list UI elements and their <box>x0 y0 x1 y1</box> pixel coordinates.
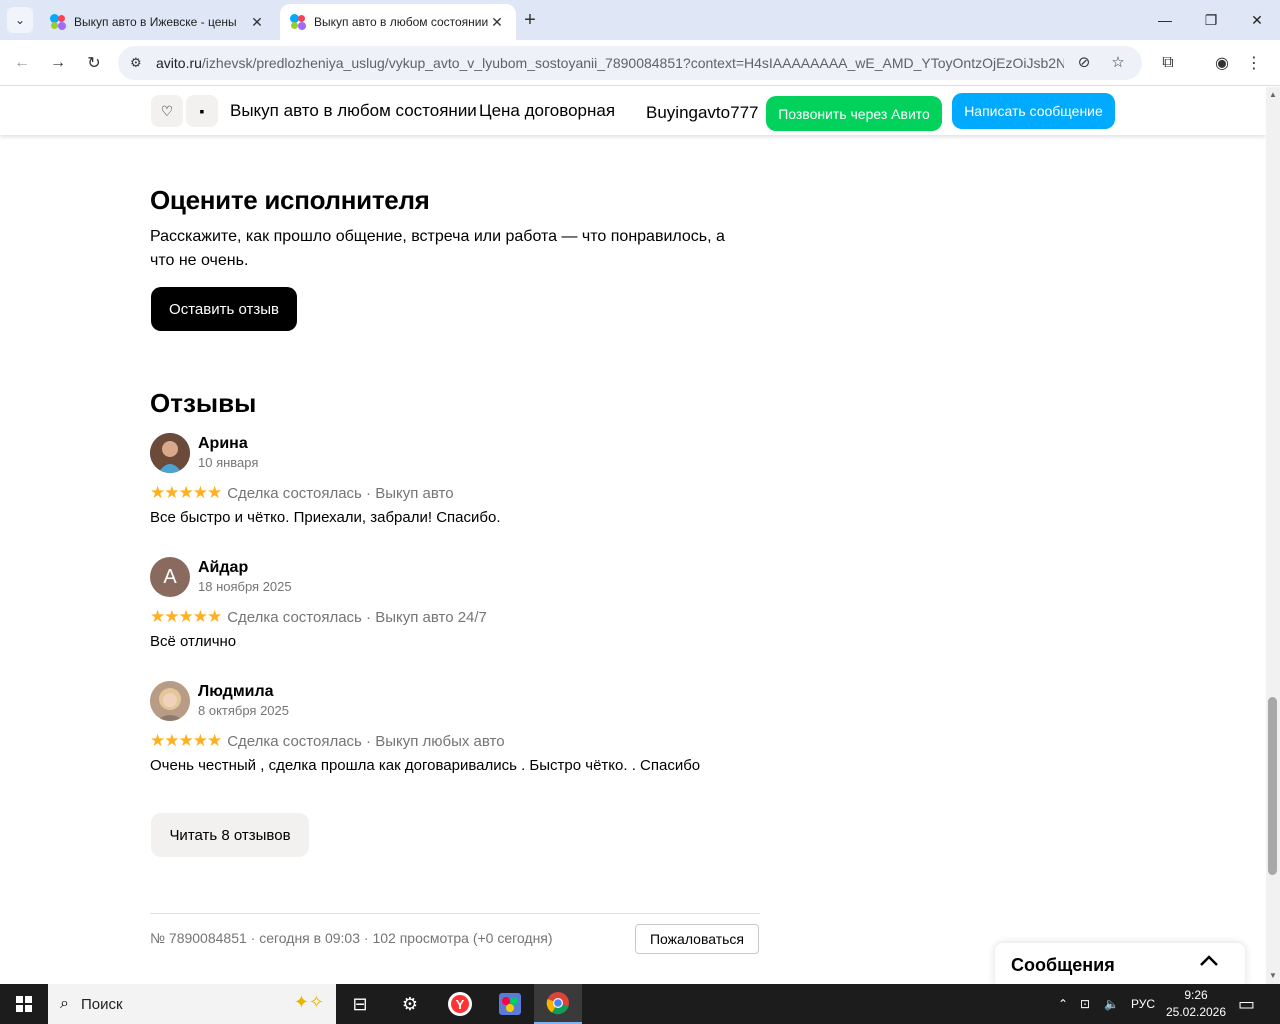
browser-tab-2[interactable]: Выкуп авто в любом состоянии ✕ <box>280 4 516 40</box>
note-icon[interactable]: ▪ <box>186 95 218 127</box>
seller-name[interactable]: Buyingavto777 <box>646 103 758 123</box>
reviewer-name: Айдар <box>198 559 249 576</box>
read-all-reviews-button[interactable]: Читать 8 отзывов <box>151 813 309 857</box>
clock-date: 25.02.2026 <box>1165 1005 1227 1019</box>
reload-icon[interactable]: ↻ <box>80 49 108 77</box>
avatar: А <box>150 557 190 597</box>
rate-heading: Оцените исполнителя <box>150 185 430 215</box>
photos-app-icon[interactable] <box>486 984 534 1024</box>
reviews-heading: Отзывы <box>150 388 257 418</box>
avito-favicon-icon <box>50 14 66 30</box>
favorite-heart-icon[interactable]: ♡ <box>151 95 183 127</box>
review-text: Всё отлично <box>150 633 237 650</box>
browser-toolbar: ← → ↻ ⚙ avito.ru/izhevsk/predlozheniya_u… <box>0 40 1280 86</box>
taskbar-clock[interactable]: 9:26 25.02.2026 <box>1160 987 1232 1021</box>
browser-tab-bar: ⌄ Выкуп авто в Ижевске - цены ✕ Выкуп ав… <box>0 0 1280 40</box>
rate-description: Расскажите, как прошло общение, встреча … <box>150 228 725 269</box>
taskbar-search[interactable]: ⌕ Поиск ✦✧ <box>48 984 336 1024</box>
avatar <box>150 433 190 473</box>
review-text: Очень честный , сделка прошла как догова… <box>150 757 701 774</box>
rating-stars-icon: ★★★★★ <box>150 607 222 626</box>
network-icon[interactable]: ⊡ <box>1080 984 1090 1024</box>
avito-favicon-icon <box>290 14 306 30</box>
search-placeholder: Поиск <box>80 995 123 1013</box>
tab-title: Выкуп авто в Ижевске - цены <box>74 15 237 29</box>
page-scrollbar[interactable]: ▲ ▼ <box>1266 87 1280 984</box>
menu-icon[interactable]: ⋮ <box>1240 49 1268 77</box>
reviewer-name: Арина <box>198 435 248 452</box>
new-tab-icon[interactable]: + <box>518 8 542 32</box>
bookmark-star-icon[interactable]: ☆ <box>1108 53 1128 73</box>
windows-taskbar: ⌕ Поиск ✦✧ ⊟ ⚙ Y ⌃ ⊡ 🔈 РУС 9:26 25.02.20… <box>0 984 1280 1024</box>
volume-icon[interactable]: 🔈 <box>1104 984 1119 1024</box>
messages-title: Сообщения <box>1011 955 1115 975</box>
rating-stars-icon: ★★★★★ <box>150 731 222 750</box>
notifications-icon[interactable]: ▭ <box>1238 984 1255 1024</box>
tab-search-icon[interactable]: ⌄ <box>7 7 33 33</box>
rating-stars-icon: ★★★★★ <box>150 483 222 502</box>
tray-chevron-icon[interactable]: ⌃ <box>1058 984 1068 1024</box>
reviewer-name: Людмила <box>198 683 274 700</box>
forward-icon[interactable]: → <box>44 49 72 77</box>
profile-icon[interactable]: ◉ <box>1208 49 1236 77</box>
divider <box>150 913 760 914</box>
review-date: 10 января <box>198 455 259 470</box>
avatar <box>150 681 190 721</box>
review-date: 18 ноября 2025 <box>198 579 292 594</box>
chevron-up-icon[interactable] <box>1199 951 1219 972</box>
site-info-icon[interactable]: ⚙ <box>130 55 150 71</box>
page-content: ♡ ▪ Выкуп авто в любом состоянии Цена до… <box>0 87 1266 984</box>
clock-time: 9:26 <box>1184 988 1208 1002</box>
settings-gear-icon[interactable]: ⚙ <box>386 984 434 1024</box>
scroll-down-icon[interactable]: ▼ <box>1266 968 1280 984</box>
task-view-icon[interactable]: ⊟ <box>336 984 384 1024</box>
messages-panel[interactable]: Сообщения <box>995 943 1245 984</box>
close-tab-icon[interactable]: ✕ <box>248 14 266 31</box>
review-meta: ★★★★★ Сделка состоялась · Выкуп авто 24/7 <box>150 607 487 626</box>
search-icon: ⌕ <box>60 995 69 1012</box>
listing-meta: № 7890084851 · сегодня в 09:03 · 102 про… <box>150 930 553 946</box>
url-text: avito.ru/izhevsk/predlozheniya_uslug/vyk… <box>156 55 1064 71</box>
language-indicator[interactable]: РУС <box>1131 984 1155 1024</box>
browser-tab-1[interactable]: Выкуп авто в Ижевске - цены ✕ <box>40 4 276 40</box>
tab-title: Выкуп авто в любом состоянии <box>314 15 488 29</box>
scroll-up-icon[interactable]: ▲ <box>1266 87 1280 103</box>
scroll-thumb[interactable] <box>1268 697 1277 875</box>
listing-title: Выкуп авто в любом состоянии <box>230 101 477 120</box>
sparkle-icon: ✦✧ <box>293 992 324 1012</box>
call-button[interactable]: Позвонить через Авито <box>766 96 942 131</box>
window-close-icon[interactable]: ✕ <box>1234 0 1280 40</box>
sticky-header: ♡ ▪ Выкуп авто в любом состоянии Цена до… <box>0 87 1266 135</box>
address-bar[interactable]: ⚙ avito.ru/izhevsk/predlozheniya_uslug/v… <box>118 46 1142 80</box>
review-meta: ★★★★★ Сделка состоялась · Выкуп любых авт… <box>150 731 505 750</box>
review-meta: ★★★★★ Сделка состоялась · Выкуп авто <box>150 483 454 502</box>
complain-button[interactable]: Пожаловаться <box>635 924 759 954</box>
start-button[interactable] <box>0 984 48 1024</box>
svg-text:Y: Y <box>456 997 465 1012</box>
windows-logo-icon <box>16 996 32 1012</box>
review-date: 8 октября 2025 <box>198 703 289 718</box>
close-tab-icon[interactable]: ✕ <box>488 14 506 31</box>
location-blocked-icon[interactable]: ⊘ <box>1074 53 1094 73</box>
restore-icon[interactable]: ❐ <box>1188 0 1234 40</box>
review-text: Все быстро и чётко. Приехали, забрали! С… <box>150 509 501 526</box>
minimize-icon[interactable]: — <box>1142 0 1188 40</box>
leave-review-button[interactable]: Оставить отзыв <box>151 287 297 331</box>
write-message-button[interactable]: Написать сообщение <box>952 93 1115 129</box>
yandex-browser-icon[interactable]: Y <box>436 984 484 1024</box>
extensions-icon[interactable]: ⧉ <box>1154 49 1182 77</box>
listing-price: Цена договорная <box>479 101 616 120</box>
chrome-icon[interactable] <box>534 984 582 1024</box>
back-icon[interactable]: ← <box>8 49 36 77</box>
